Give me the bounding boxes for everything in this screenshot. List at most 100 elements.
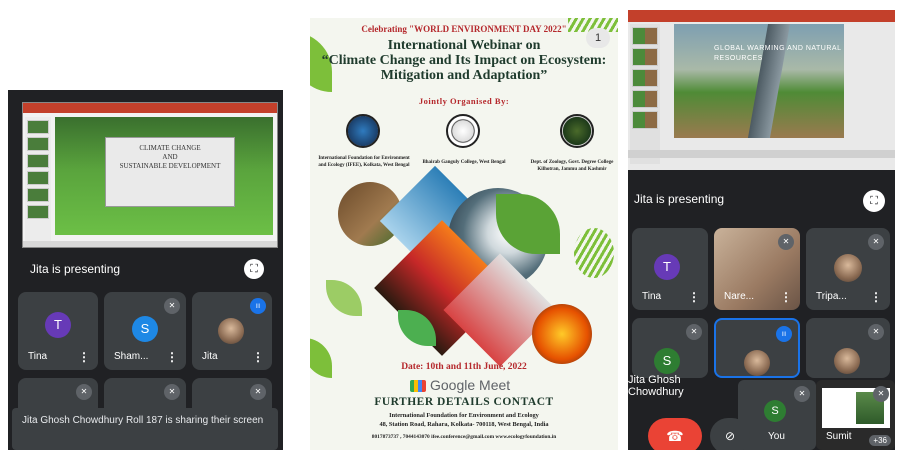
slide-thumbnails xyxy=(25,117,51,243)
participant-tile[interactable]: ✕ Tripa... ⋮ xyxy=(806,228,890,310)
shared-screen: GLOBAL WARMING AND NATURAL RESOURCES xyxy=(628,10,895,170)
organizer-name: Bhairab Ganguly College, West Bengal xyxy=(422,160,506,165)
mic-off-icon: ✕ xyxy=(250,384,266,400)
poster-jointly: Jointly Organised By: xyxy=(418,96,510,106)
presenting-bar: Jita is presenting ⛶ xyxy=(18,254,274,284)
more-options-icon[interactable]: ⋮ xyxy=(870,290,882,304)
slide-thumbnail xyxy=(27,154,49,168)
participant-name: Jita xyxy=(202,351,218,362)
participant-tile[interactable]: ✕ S Sham... ⋮ xyxy=(104,292,186,370)
slide-thumbnail xyxy=(632,48,658,66)
more-options-icon[interactable]: ⋮ xyxy=(688,290,700,304)
meet-right-screen: GLOBAL WARMING AND NATURAL RESOURCES Jit… xyxy=(628,10,895,450)
slide-thumbnail xyxy=(632,27,658,45)
participant-tile[interactable]: ✕ Sumit +36 xyxy=(816,380,895,450)
participant-name: Sumit xyxy=(826,431,852,442)
slide-thumbnail xyxy=(27,137,49,151)
poster-address: International Foundation for Environment… xyxy=(389,412,539,419)
participant-name: Nare... xyxy=(724,291,755,302)
participant-tile[interactable]: ✕ xyxy=(806,318,890,378)
avatar xyxy=(218,318,244,344)
slide-thumbnail xyxy=(632,90,658,108)
presenting-label: Jita is presenting xyxy=(30,262,121,276)
ppt-ribbon xyxy=(628,10,895,22)
heatwave-photo xyxy=(532,304,592,364)
participant-tile[interactable]: ✕ Nare... ⋮ xyxy=(714,228,800,310)
fullscreen-icon[interactable]: ⛶ xyxy=(863,190,885,212)
participant-tile[interactable]: ✕ S xyxy=(632,318,708,378)
slide-thumbnail xyxy=(632,69,658,87)
stripe-decoration xyxy=(574,228,614,278)
participant-name: Tripa... xyxy=(816,291,847,302)
slide-thumbnail xyxy=(27,188,49,202)
poster-title: International Webinar on “Climate Change… xyxy=(310,38,618,83)
more-options-icon[interactable]: ⋮ xyxy=(780,290,792,304)
avatar: S xyxy=(654,348,680,374)
poster-title-line: “Climate Change and Its Impact on Ecosys… xyxy=(321,53,607,68)
slide-title-line: CLIMATE CHANGE xyxy=(139,144,201,152)
slide-thumbnail xyxy=(27,171,49,185)
taskbar xyxy=(23,241,277,247)
mic-off-icon: ✕ xyxy=(868,234,884,250)
poster-address: 48, Station Road, Rahara, Kolkata- 70011… xyxy=(379,421,549,428)
slide-graphic xyxy=(747,24,791,138)
taskbar xyxy=(628,150,895,158)
screen-share-toast: Jita Ghosh Chowdhury Roll 187 is sharing… xyxy=(12,408,278,450)
avatar xyxy=(834,254,862,282)
google-meet-icon xyxy=(410,380,426,393)
speaking-icon: ıı xyxy=(776,326,792,342)
slide-title-line: SUSTAINABLE DEVELOPMENT xyxy=(119,162,221,170)
shared-screen: CLIMATE CHANGE AND SUSTAINABLE DEVELOPME… xyxy=(22,102,278,248)
slide-title-line: AND xyxy=(162,153,178,161)
participant-tile[interactable]: ıı xyxy=(714,318,800,378)
mic-off-icon: ✕ xyxy=(873,386,889,402)
end-call-button[interactable]: ☎ xyxy=(648,418,702,450)
leaf-decoration xyxy=(326,280,362,316)
speaking-icon: ıı xyxy=(250,298,266,314)
avatar xyxy=(744,350,770,376)
current-slide: GLOBAL WARMING AND NATURAL RESOURCES xyxy=(674,24,844,138)
participant-tile[interactable]: ıı Jita ⋮ xyxy=(192,292,272,370)
more-options-icon[interactable]: ⋮ xyxy=(78,350,90,364)
current-slide: CLIMATE CHANGE AND SUSTAINABLE DEVELOPME… xyxy=(55,117,273,235)
slide-thumbnail xyxy=(27,205,49,219)
mic-off-icon: ✕ xyxy=(778,234,794,250)
poster-title-line: International Webinar on xyxy=(387,38,541,53)
more-participants-badge[interactable]: +36 xyxy=(869,435,891,446)
google-meet-logo: Google Meet xyxy=(410,376,510,394)
poster-celebrating: Celebrating "WORLD ENVIRONMENT DAY 2022" xyxy=(361,24,567,34)
slide-thumbnail xyxy=(632,111,658,129)
fullscreen-icon[interactable]: ⛶ xyxy=(244,259,264,279)
slide-thumbnails xyxy=(630,24,660,164)
google-meet-label: Google Meet xyxy=(430,377,511,393)
self-label: You xyxy=(768,431,785,442)
meet-left-screen: CLIMATE CHANGE AND SUSTAINABLE DEVELOPME… xyxy=(8,90,283,450)
mic-off-icon: ✕ xyxy=(164,298,180,314)
slide-title-box: CLIMATE CHANGE AND SUSTAINABLE DEVELOPME… xyxy=(105,137,235,207)
mic-off-icon: ✕ xyxy=(868,324,884,340)
participant-tile[interactable]: T Tina ⋮ xyxy=(632,228,708,310)
more-options-icon[interactable]: ⋮ xyxy=(252,350,264,364)
more-options-icon[interactable]: ⋮ xyxy=(166,350,178,364)
slide-title: GLOBAL WARMING AND NATURAL RESOURCES xyxy=(714,45,842,62)
avatar: S xyxy=(764,400,786,422)
self-view-tile[interactable]: ✕ S You xyxy=(738,380,816,450)
organizer-name: Dept. of Zoology, Govt. Degree College K… xyxy=(530,160,614,172)
college-logo xyxy=(446,114,480,148)
participant-name: Sham... xyxy=(114,351,149,362)
leaf-decoration xyxy=(310,338,332,378)
mic-off-icon: ✕ xyxy=(76,384,92,400)
participant-tile[interactable]: T Tina ⋮ xyxy=(18,292,98,370)
slide-thumbnail xyxy=(27,120,49,134)
ifee-logo xyxy=(346,114,380,148)
mic-off-icon: ✕ xyxy=(164,384,180,400)
avatar: S xyxy=(132,316,158,342)
organizer-name: International Foundation for Environment… xyxy=(318,156,410,168)
govt-college-logo xyxy=(560,114,594,148)
poster-date: Date: 10th and 11th June, 2022 xyxy=(401,362,527,372)
poster-title-line: Mitigation and Adaptation” xyxy=(380,68,548,83)
camera-off-button[interactable]: ⊘ xyxy=(710,418,750,450)
avatar xyxy=(834,348,860,374)
mic-off-icon: ✕ xyxy=(686,324,702,340)
participant-name: Jita Ghosh Chowdhury xyxy=(628,374,684,398)
